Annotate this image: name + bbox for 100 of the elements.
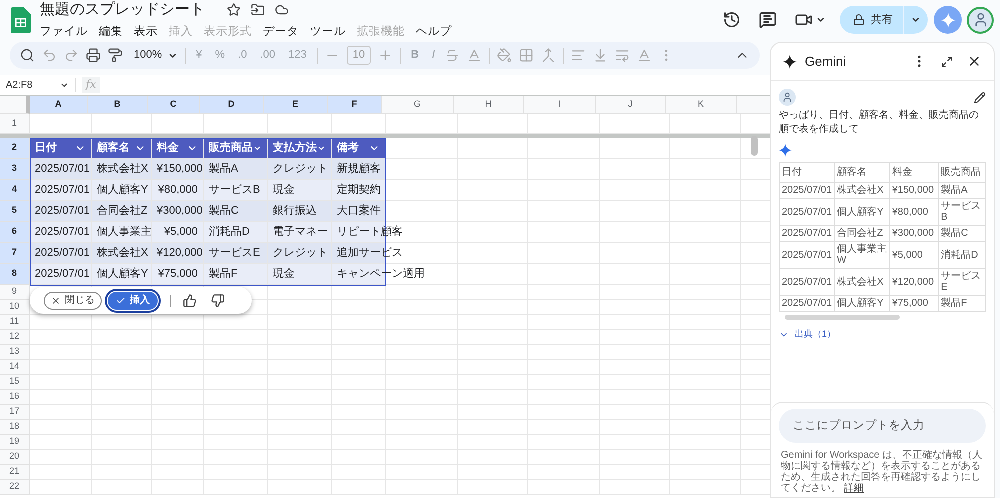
sheet-cell[interactable] — [458, 138, 528, 159]
sheet-cell[interactable] — [600, 243, 670, 264]
select-all-corner[interactable] — [0, 96, 30, 114]
sheet-cell[interactable] — [268, 315, 332, 330]
column-header[interactable]: E — [264, 96, 328, 114]
prompt-field[interactable]: ここにプロンプトを入力 — [779, 409, 986, 443]
sheet-cell[interactable] — [600, 180, 670, 201]
expand-icon[interactable] — [941, 56, 953, 68]
sheet-cell[interactable] — [670, 264, 741, 285]
sheet-cell[interactable]: 料金 — [152, 138, 204, 159]
sheet-cell[interactable] — [528, 480, 600, 495]
sheet-cell[interactable]: ¥75,000 — [152, 264, 204, 285]
sheet-cell[interactable]: 株式会社X — [92, 159, 152, 180]
sheet-cell[interactable] — [386, 330, 458, 345]
row-number[interactable]: 2 — [0, 138, 30, 159]
sheet-cell[interactable] — [670, 375, 741, 390]
sheet-cell[interactable] — [600, 450, 670, 465]
avatar[interactable] — [967, 6, 994, 34]
sheet-cell[interactable] — [386, 390, 458, 405]
insert-button[interactable]: 挿入 — [108, 292, 158, 310]
menu-item[interactable]: 編集 — [99, 24, 123, 41]
row-number[interactable]: 12 — [0, 330, 30, 345]
history-icon[interactable] — [723, 11, 741, 29]
sheet-cell[interactable]: 定期契約 — [332, 180, 386, 201]
merge-icon[interactable] — [541, 48, 556, 63]
sheet-cell[interactable] — [458, 180, 528, 201]
sheet-cell[interactable] — [92, 315, 152, 330]
sheet-cell[interactable]: 2025/07/01 — [30, 222, 92, 243]
sheet-cell[interactable] — [92, 465, 152, 480]
sheet-cell[interactable] — [670, 243, 741, 264]
sheet-cell[interactable] — [268, 375, 332, 390]
sheet-cell[interactable] — [458, 345, 528, 360]
gemini-button[interactable] — [934, 6, 962, 34]
star-icon[interactable] — [227, 3, 241, 18]
sheet-cell[interactable] — [408, 222, 458, 243]
paint-format-icon[interactable] — [108, 48, 123, 63]
wrap-icon[interactable] — [615, 48, 630, 63]
sheet-cell[interactable] — [600, 375, 670, 390]
search-icon[interactable] — [20, 48, 35, 63]
sheet-cell[interactable] — [600, 138, 670, 159]
sheet-cell[interactable] — [332, 465, 386, 480]
row-number[interactable]: 9 — [0, 285, 30, 300]
sheet-cell[interactable]: 2025/07/01 — [30, 264, 92, 285]
sheet-cell[interactable] — [268, 360, 332, 375]
sheet-cell[interactable] — [152, 450, 204, 465]
sheet-cell[interactable] — [670, 159, 741, 180]
sheet-cell[interactable] — [204, 435, 268, 450]
sheet-cell[interactable] — [92, 360, 152, 375]
sheet-cell[interactable] — [386, 375, 458, 390]
sheet-cell[interactable] — [670, 480, 741, 495]
sheet-cell[interactable] — [30, 480, 92, 495]
sheet-cell[interactable] — [600, 420, 670, 435]
thumbs-up-icon[interactable] — [183, 294, 197, 308]
print-icon[interactable] — [86, 48, 101, 63]
menu-item[interactable]: データ — [263, 24, 299, 41]
sheet-cell[interactable] — [600, 330, 670, 345]
sheet-cell[interactable] — [458, 450, 528, 465]
sheet-cell[interactable] — [152, 375, 204, 390]
column-header[interactable]: C — [148, 96, 200, 114]
sheet-cell[interactable] — [458, 315, 528, 330]
sheet-cell[interactable] — [458, 435, 528, 450]
sheet-cell[interactable]: 合同会社Z — [92, 201, 152, 222]
folder-icon[interactable] — [251, 3, 265, 18]
sheet-cell[interactable] — [600, 390, 670, 405]
sheet-cell[interactable]: 2025/07/01 — [30, 201, 92, 222]
column-header[interactable]: K — [666, 96, 737, 114]
sheet-cell[interactable] — [458, 390, 528, 405]
sheet-cell[interactable]: 2025/07/01 — [30, 243, 92, 264]
scrollbar-thumb[interactable] — [751, 136, 758, 156]
close-icon[interactable] — [967, 54, 982, 69]
column-header[interactable]: J — [596, 96, 666, 114]
sheet-cell[interactable] — [386, 480, 458, 495]
menu-item[interactable]: ファイル — [40, 24, 88, 41]
sheet-cell[interactable] — [30, 375, 92, 390]
row-number[interactable]: 13 — [0, 345, 30, 360]
sheet-cell[interactable] — [600, 360, 670, 375]
sheet-cell[interactable]: ¥120,000 — [152, 243, 204, 264]
sheet-cell[interactable] — [30, 450, 92, 465]
row-number[interactable]: 20 — [0, 450, 30, 465]
sheet-cell[interactable] — [600, 201, 670, 222]
row-number[interactable]: 17 — [0, 405, 30, 420]
sheet-cell[interactable] — [670, 450, 741, 465]
row-number[interactable]: 6 — [0, 222, 30, 243]
row-number[interactable]: 21 — [0, 465, 30, 480]
sheet-cell[interactable] — [600, 159, 670, 180]
sheet-cell[interactable]: ¥300,000 — [152, 201, 204, 222]
sheet-cell[interactable] — [670, 465, 741, 480]
sheet-cell[interactable] — [528, 465, 600, 480]
sheet-cell[interactable] — [600, 435, 670, 450]
sheet-cell[interactable] — [458, 264, 528, 285]
sheet-cell[interactable] — [204, 465, 268, 480]
sheet-cell[interactable]: ¥5,000 — [152, 222, 204, 243]
sheet-cell[interactable] — [670, 285, 741, 300]
sheet-cell[interactable]: 製品F — [204, 264, 268, 285]
edit-icon[interactable] — [974, 92, 986, 104]
table-scrollbar-thumb[interactable] — [785, 315, 900, 320]
sheet-cell[interactable] — [268, 435, 332, 450]
sheet-cell[interactable] — [92, 375, 152, 390]
sheet-cell[interactable] — [332, 375, 386, 390]
sheet-cell[interactable] — [92, 405, 152, 420]
